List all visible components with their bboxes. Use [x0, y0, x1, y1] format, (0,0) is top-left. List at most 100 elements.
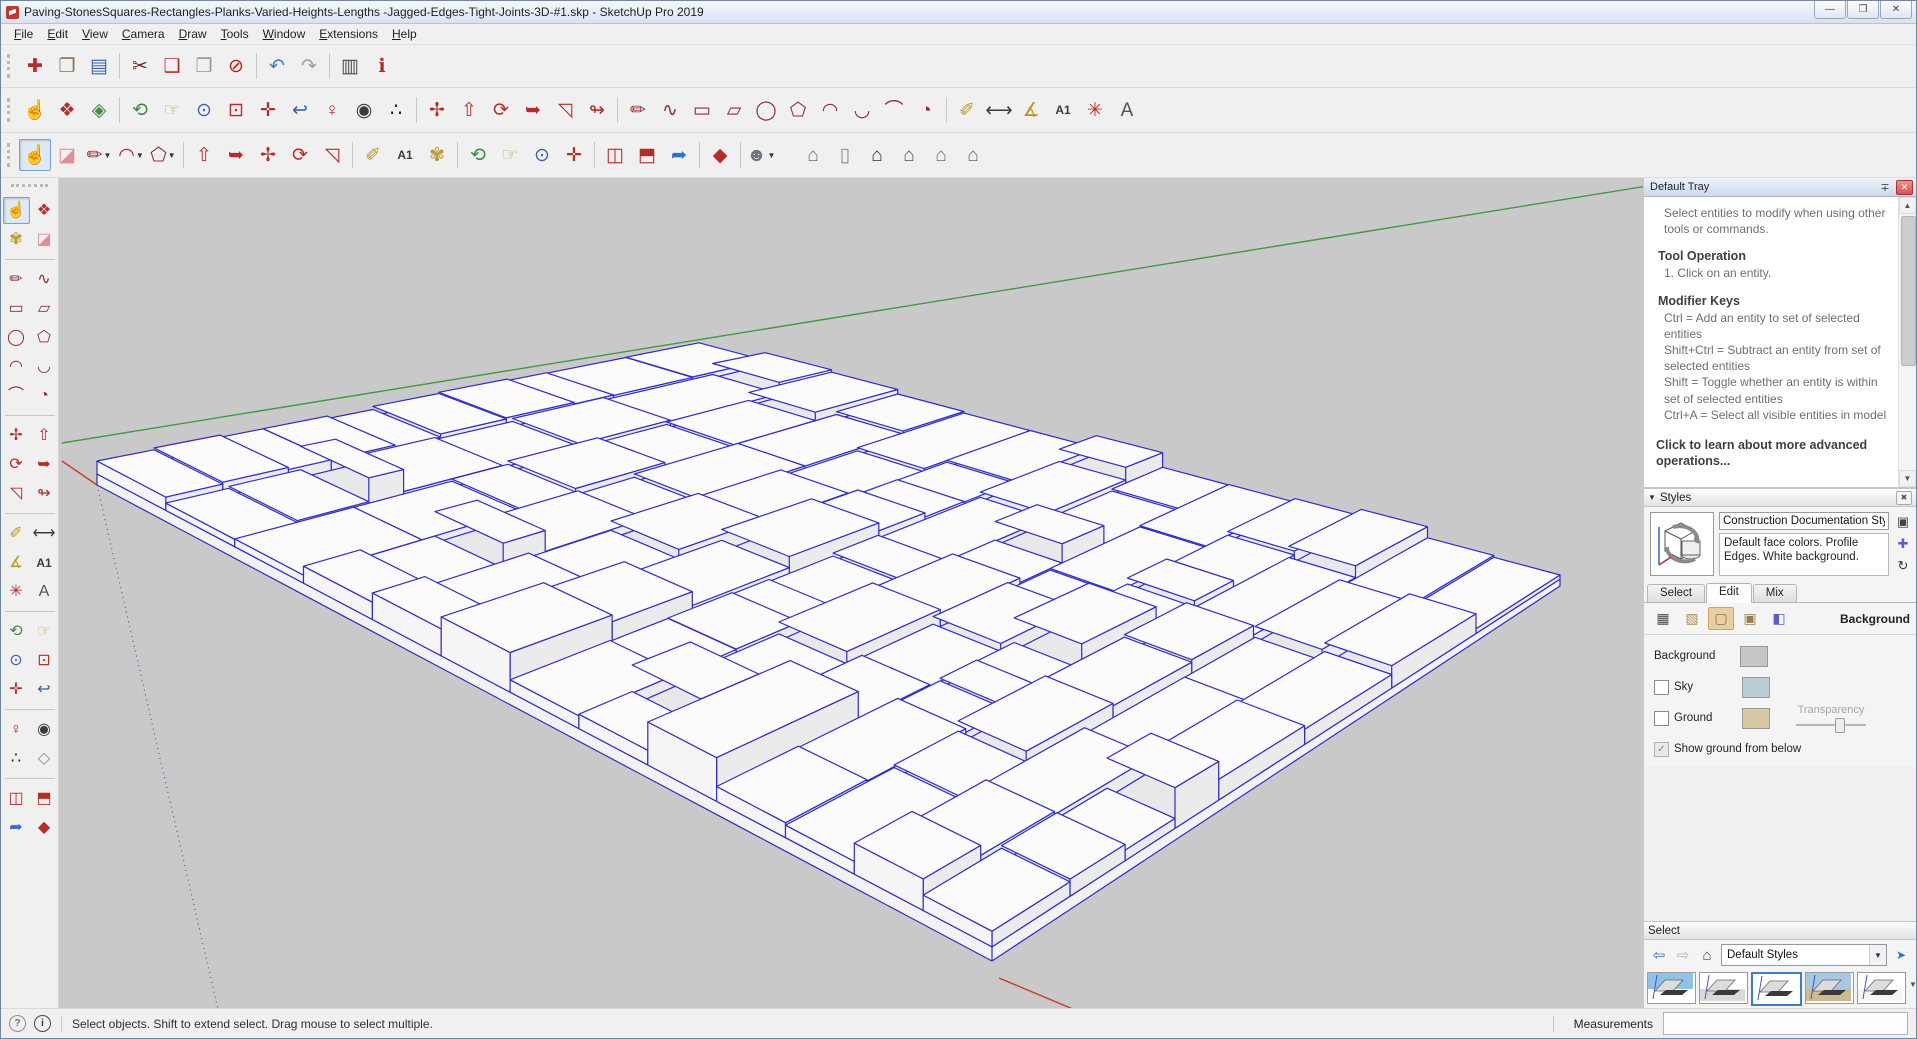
sky-color-swatch[interactable]: [1742, 677, 1770, 698]
share-model-button[interactable]: ⬒: [31, 785, 58, 812]
orbit-button[interactable]: ⟲: [462, 139, 494, 171]
3d-text-button[interactable]: A: [31, 578, 58, 605]
share-component-button[interactable]: ➦: [3, 814, 30, 841]
scale-button[interactable]: ◹: [3, 480, 30, 507]
extension-warehouse-button[interactable]: ◆: [31, 814, 58, 841]
line-button[interactable]: ✏: [3, 266, 30, 293]
share-component-button[interactable]: ➦: [663, 139, 695, 171]
scroll-up-icon[interactable]: ▲: [1899, 197, 1916, 214]
freehand-button[interactable]: ∿: [654, 94, 686, 126]
close-button[interactable]: ✕: [1880, 1, 1912, 19]
style-thumb-3[interactable]: [1751, 972, 1802, 1006]
select-button[interactable]: ☝: [3, 197, 30, 224]
dropdown-arrow-icon[interactable]: ▼: [768, 151, 776, 160]
position-camera-button[interactable]: ♀: [3, 716, 30, 743]
text-button[interactable]: A1: [31, 549, 58, 576]
rotate-button[interactable]: ⟳: [284, 139, 316, 171]
dropdown-arrow-icon[interactable]: ▼: [168, 151, 176, 160]
two-point-arc-button[interactable]: ◡: [31, 353, 58, 380]
scale-button[interactable]: ◹: [549, 94, 581, 126]
menu-view[interactable]: View: [75, 25, 115, 43]
styles-panel-header[interactable]: ▼ Styles ✖: [1644, 488, 1916, 507]
paint-bucket-button[interactable]: ✾: [3, 226, 30, 253]
text-button[interactable]: A1: [1047, 94, 1079, 126]
tape-measure-button[interactable]: ✐: [357, 139, 389, 171]
orbit-button[interactable]: ⟲: [124, 94, 156, 126]
three-point-arc-button[interactable]: ⌒: [3, 382, 30, 409]
style-thumb-4[interactable]: [1805, 972, 1854, 1004]
restore-button[interactable]: ❐: [1847, 1, 1879, 19]
sky-checkbox[interactable]: [1654, 680, 1669, 695]
background-color-swatch[interactable]: [1740, 646, 1768, 667]
edge-settings-button[interactable]: ▦: [1650, 607, 1676, 630]
offset-button[interactable]: ↬: [581, 94, 613, 126]
zoom-button[interactable]: ⊙: [3, 647, 30, 674]
cut-button[interactable]: ✂: [124, 50, 156, 82]
line-button[interactable]: ✏▼: [83, 139, 115, 171]
ground-color-swatch[interactable]: [1742, 708, 1770, 729]
paste-button[interactable]: ❒: [188, 50, 220, 82]
minimize-button[interactable]: —: [1814, 1, 1846, 19]
copy-button[interactable]: ❑: [156, 50, 188, 82]
offset-button[interactable]: ↬: [31, 480, 58, 507]
pan-button[interactable]: ☞: [494, 139, 526, 171]
home-icon[interactable]: ⌂: [1697, 945, 1717, 965]
menu-extensions[interactable]: Extensions: [312, 25, 385, 43]
zoom-extents-button[interactable]: ✛: [252, 94, 284, 126]
menu-draw[interactable]: Draw: [172, 25, 214, 43]
print-button[interactable]: ▥: [334, 50, 366, 82]
component-home-button[interactable]: ⌂: [861, 139, 893, 171]
undo-button[interactable]: ↶: [261, 50, 293, 82]
menu-help[interactable]: Help: [385, 25, 424, 43]
rectangle-button[interactable]: ▭: [3, 295, 30, 322]
make-component-button[interactable]: ❖: [31, 197, 58, 224]
erase-button[interactable]: ⊘: [220, 50, 252, 82]
instructor-scrollbar[interactable]: ▲ ▼: [1898, 197, 1916, 487]
forward-arrow-icon[interactable]: ⇨: [1673, 945, 1693, 965]
eraser-button[interactable]: ◪: [51, 139, 83, 171]
position-camera-button[interactable]: ♀: [316, 94, 348, 126]
zoom-previous-button[interactable]: ↩: [31, 676, 58, 703]
arc-button[interactable]: ◠: [814, 94, 846, 126]
arc-button[interactable]: ◠▼: [115, 139, 147, 171]
two-point-arc-button[interactable]: ◡: [846, 94, 878, 126]
axes-button[interactable]: ✳: [3, 578, 30, 605]
polygon-button[interactable]: ⬠: [782, 94, 814, 126]
rotated-rectangle-button[interactable]: ▱: [31, 295, 58, 322]
axes-button[interactable]: ✳: [1079, 94, 1111, 126]
menu-camera[interactable]: Camera: [115, 25, 172, 43]
menu-file[interactable]: File: [7, 25, 40, 43]
zoom-window-button[interactable]: ⊡: [220, 94, 252, 126]
transparency-slider[interactable]: [1796, 718, 1866, 732]
make-component-button[interactable]: ❖: [51, 94, 83, 126]
zoom-window-button[interactable]: ⊡: [31, 647, 58, 674]
freehand-button[interactable]: ∿: [31, 266, 58, 293]
push-pull-button[interactable]: ⇧: [31, 422, 58, 449]
scale-button[interactable]: ◹: [316, 139, 348, 171]
thumbnails-scroll-icon[interactable]: ▼: [1909, 980, 1917, 989]
details-arrow-icon[interactable]: ➤: [1891, 945, 1911, 965]
face-settings-button[interactable]: ▧: [1679, 607, 1705, 630]
rotate-button[interactable]: ⟳: [3, 451, 30, 478]
tab-select[interactable]: Select: [1647, 584, 1705, 602]
zoom-extents-button[interactable]: ✛: [558, 139, 590, 171]
section-plane-button[interactable]: ◇: [31, 745, 58, 772]
back-arrow-icon[interactable]: ⇦: [1649, 945, 1669, 965]
toolbar-grip[interactable]: [11, 184, 48, 191]
account-button[interactable]: ☻▼: [745, 139, 777, 171]
dimension-button[interactable]: ⟷: [983, 94, 1015, 126]
push-pull-button[interactable]: ⇧: [453, 94, 485, 126]
modeling-settings-button[interactable]: ◧: [1766, 607, 1792, 630]
show-ground-checkbox[interactable]: ✓: [1654, 742, 1669, 757]
move-button[interactable]: ✢: [3, 422, 30, 449]
follow-me-button[interactable]: ➥: [31, 451, 58, 478]
extension-warehouse-button[interactable]: ◆: [704, 139, 736, 171]
look-around-button[interactable]: ◉: [348, 94, 380, 126]
circle-button[interactable]: ◯: [3, 324, 30, 351]
walk-button[interactable]: ∴: [3, 745, 30, 772]
share-model-button[interactable]: ⬒: [631, 139, 663, 171]
background-settings-button[interactable]: ▢: [1708, 607, 1734, 630]
measurements-input[interactable]: [1663, 1012, 1908, 1035]
pin-icon[interactable]: ∓: [1877, 180, 1893, 194]
dimension-button[interactable]: ⟷: [31, 520, 58, 547]
